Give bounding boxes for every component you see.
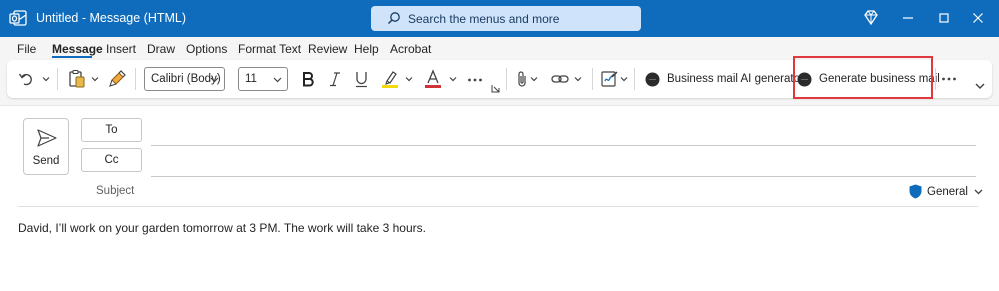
- outlook-app-icon: [9, 10, 27, 26]
- send-label: Send: [32, 155, 60, 167]
- ribbon-separator: [506, 68, 507, 90]
- font-size-select[interactable]: 11: [238, 67, 288, 91]
- diamond-icon[interactable]: [861, 8, 881, 28]
- maximize-button[interactable]: [934, 8, 954, 28]
- italic-icon[interactable]: [329, 69, 341, 89]
- undo-dropdown-chevron-icon[interactable]: [42, 75, 50, 83]
- link-icon[interactable]: [551, 69, 569, 89]
- search-box[interactable]: Search the menus and more: [371, 6, 641, 31]
- tab-help[interactable]: Help: [354, 42, 379, 56]
- ribbon-separator: [592, 68, 593, 90]
- compose-divider: [0, 105, 999, 106]
- ribbon-separator: [57, 68, 58, 90]
- chevron-down-icon: [210, 77, 219, 83]
- tab-draw[interactable]: Draw: [147, 42, 175, 56]
- business-mail-ai-generator-label: Business mail AI generator: [667, 73, 804, 85]
- font-color-dropdown-chevron-icon[interactable]: [449, 75, 457, 83]
- bold-icon[interactable]: [301, 69, 315, 89]
- chevron-down-icon: [273, 77, 282, 83]
- title-bar: Untitled - Message (HTML) Search the men…: [0, 0, 999, 37]
- cc-field[interactable]: [151, 176, 976, 177]
- business-mail-ai-generator-button[interactable]: Business mail AI generator: [645, 69, 804, 89]
- underline-icon[interactable]: [355, 69, 368, 89]
- search-placeholder: Search the menus and more: [408, 12, 560, 26]
- send-button[interactable]: Send: [23, 118, 69, 175]
- window-title: Untitled - Message (HTML): [36, 11, 187, 25]
- ribbon-expand-chevron-icon[interactable]: [975, 81, 985, 91]
- paste-icon[interactable]: [68, 69, 86, 89]
- minimize-button[interactable]: [898, 8, 918, 28]
- attach-file-icon[interactable]: [515, 69, 529, 89]
- dialog-launcher-icon[interactable]: [491, 84, 500, 93]
- signature-dropdown-chevron-icon[interactable]: [620, 75, 628, 83]
- to-button[interactable]: To: [81, 118, 142, 142]
- chevron-down-icon: [974, 189, 983, 195]
- font-size-value: 11: [245, 73, 257, 85]
- tab-file[interactable]: File: [17, 42, 36, 56]
- ribbon-separator: [135, 68, 136, 90]
- more-options-icon[interactable]: [941, 69, 957, 89]
- search-icon: [388, 12, 400, 24]
- tab-acrobat[interactable]: Acrobat: [390, 42, 431, 56]
- signature-icon[interactable]: [601, 69, 619, 89]
- font-color-icon[interactable]: [424, 69, 442, 89]
- paste-dropdown-chevron-icon[interactable]: [91, 75, 99, 83]
- send-icon: [37, 129, 57, 147]
- highlight-annotation-box: [793, 56, 933, 99]
- ribbon-separator: [935, 68, 936, 90]
- shield-icon: [909, 184, 922, 199]
- subject-label: Subject: [96, 185, 135, 197]
- link-dropdown-chevron-icon[interactable]: [574, 75, 582, 83]
- highlight-color-icon[interactable]: [381, 69, 399, 89]
- sensitivity-selector[interactable]: General: [909, 184, 983, 199]
- close-button[interactable]: [968, 8, 988, 28]
- ribbon-separator: [634, 68, 635, 90]
- undo-icon[interactable]: [18, 69, 34, 89]
- subject-field[interactable]: [18, 206, 978, 207]
- tab-insert[interactable]: Insert: [106, 42, 136, 56]
- message-body[interactable]: David, I’ll work on your garden tomorrow…: [18, 221, 426, 235]
- highlight-dropdown-chevron-icon[interactable]: [405, 75, 413, 83]
- attach-dropdown-chevron-icon[interactable]: [530, 75, 538, 83]
- format-painter-icon[interactable]: [109, 69, 127, 89]
- tab-review[interactable]: Review: [308, 42, 347, 56]
- tab-message[interactable]: Message: [52, 42, 103, 56]
- cc-button[interactable]: Cc: [81, 148, 142, 172]
- more-formatting-icon[interactable]: [467, 69, 483, 89]
- font-name-select[interactable]: Calibri (Body): [144, 67, 225, 91]
- active-tab-indicator: [52, 56, 92, 58]
- sensitivity-label: General: [927, 185, 968, 198]
- tab-format-text[interactable]: Format Text: [238, 42, 301, 56]
- add-in-logo-icon: [645, 72, 660, 86]
- tab-options[interactable]: Options: [186, 42, 227, 56]
- to-field[interactable]: [151, 145, 976, 146]
